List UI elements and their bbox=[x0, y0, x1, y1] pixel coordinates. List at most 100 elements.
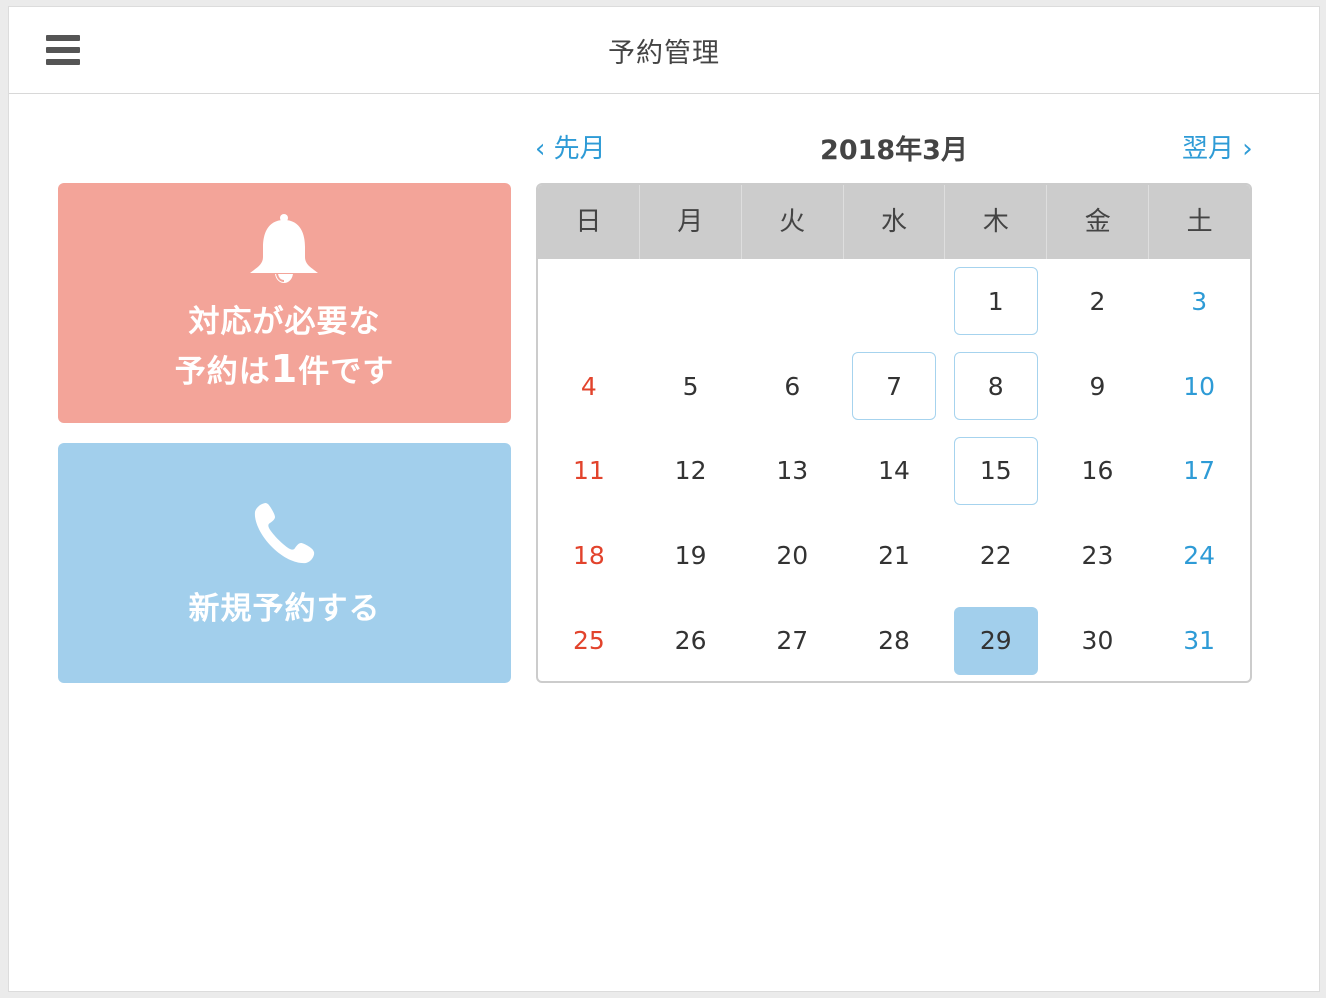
calendar-day-number: 26 bbox=[674, 626, 707, 656]
calendar-day-cell[interactable]: 16 bbox=[1047, 429, 1149, 514]
calendar-day-cell[interactable]: 10 bbox=[1148, 344, 1250, 429]
calendar-day-cell[interactable]: 13 bbox=[741, 429, 843, 514]
calendar-day-cell[interactable]: 2 bbox=[1047, 259, 1149, 344]
calendar-day-cell[interactable]: 8 bbox=[945, 344, 1047, 429]
weekday-sat: 土 bbox=[1186, 207, 1213, 237]
calendar-day-number: 11 bbox=[572, 456, 605, 486]
calendar-day-cell[interactable]: 7 bbox=[843, 344, 945, 429]
new-reservation-button[interactable]: 新規予約する bbox=[58, 443, 511, 683]
calendar-day-number: 5 bbox=[682, 371, 699, 401]
calendar-day-number: 18 bbox=[572, 541, 605, 571]
calendar-day-number: 14 bbox=[878, 456, 910, 486]
calendar-day-cell[interactable]: 30 bbox=[1047, 598, 1149, 681]
calendar-empty-cell bbox=[640, 259, 742, 344]
calendar-day-number: 4 bbox=[580, 371, 597, 401]
calendar-empty-cell bbox=[538, 259, 640, 344]
calendar-day-number: 1 bbox=[953, 267, 1038, 336]
calendar-day-cell[interactable]: 11 bbox=[538, 429, 640, 514]
weekday-thu: 木 bbox=[945, 185, 1048, 259]
calendar-day-number: 12 bbox=[674, 456, 707, 486]
calendar-empty-cell bbox=[741, 259, 843, 344]
calendar-day-number: 10 bbox=[1183, 371, 1216, 401]
pending-prefix: 予約は bbox=[174, 354, 271, 390]
calendar-day-number: 23 bbox=[1081, 541, 1114, 571]
calendar-day-cell[interactable]: 22 bbox=[945, 513, 1047, 598]
weekday-tue: 火 bbox=[742, 185, 844, 259]
calendar-day-number: 28 bbox=[878, 626, 910, 656]
calendar-day-cell[interactable]: 4 bbox=[538, 344, 640, 429]
calendar-day-number: 29 bbox=[953, 606, 1038, 675]
next-month-link[interactable]: 翌月 › bbox=[1182, 128, 1253, 165]
pending-line2: 予約は1件です bbox=[58, 346, 511, 396]
bell-icon bbox=[250, 214, 318, 283]
new-reservation-label: 新規予約する bbox=[188, 591, 381, 627]
calendar-day-number: 13 bbox=[776, 456, 809, 486]
calendar-weeks: 1 2 3 4 5 6 7 8 9 10 11 12 13 14 15 16 17 18 19 20 21 22 23 24 2… bbox=[538, 259, 1250, 681]
calendar-day-cell[interactable]: 27 bbox=[741, 598, 843, 681]
calendar-week-row: 1 2 3 bbox=[538, 259, 1250, 344]
calendar-day-cell[interactable]: 3 bbox=[1148, 259, 1250, 344]
calendar-day-cell[interactable]: 24 bbox=[1148, 513, 1250, 598]
calendar-day-number: 21 bbox=[878, 541, 910, 571]
pending-count: 1 bbox=[270, 347, 299, 391]
calendar-day-cell[interactable]: 20 bbox=[741, 513, 843, 598]
calendar-week-row: 11 12 13 14 15 16 17 bbox=[538, 429, 1250, 514]
calendar-day-number: 8 bbox=[953, 352, 1038, 421]
calendar-day-cell[interactable]: 25 bbox=[538, 598, 640, 681]
calendar-day-cell[interactable]: 6 bbox=[741, 344, 843, 429]
calendar-week-row: 25 26 27 28 29 30 31 bbox=[538, 598, 1250, 681]
calendar-day-number bbox=[852, 267, 936, 335]
calendar-day-number: 30 bbox=[1081, 626, 1114, 656]
calendar-day-cell[interactable]: 19 bbox=[640, 513, 742, 598]
calendar-day-cell[interactable]: 29 bbox=[945, 598, 1047, 681]
calendar-day-cell[interactable]: 15 bbox=[945, 429, 1047, 514]
pending-reservations-card[interactable]: 対応が必要な 予約は1件です bbox=[58, 183, 511, 423]
calendar-day-number: 31 bbox=[1183, 626, 1216, 656]
calendar-day-number: 22 bbox=[979, 541, 1012, 571]
current-month-label: 2018年3月 bbox=[820, 135, 968, 166]
weekday-mon: 月 bbox=[640, 185, 742, 259]
weekday-fri: 金 bbox=[1047, 185, 1150, 259]
calendar-day-number: 9 bbox=[1089, 371, 1106, 401]
calendar-day-cell[interactable]: 31 bbox=[1148, 598, 1250, 681]
calendar-day-cell[interactable]: 1 bbox=[945, 259, 1047, 344]
calendar-day-cell[interactable]: 12 bbox=[640, 429, 742, 514]
calendar-day-number: 24 bbox=[1183, 541, 1216, 571]
page-title: 予約管理 bbox=[608, 38, 720, 69]
calendar-day-number: 3 bbox=[1191, 286, 1208, 316]
pending-message: 対応が必要な 予約は1件です bbox=[58, 299, 511, 396]
calendar-day-cell[interactable]: 18 bbox=[538, 513, 640, 598]
calendar-day-cell[interactable]: 17 bbox=[1148, 429, 1250, 514]
calendar-day-number: 15 bbox=[953, 436, 1038, 505]
calendar-day-number bbox=[547, 267, 631, 335]
pending-line1: 対応が必要な bbox=[188, 304, 381, 340]
calendar-day-number: 7 bbox=[852, 352, 937, 421]
calendar-day-number bbox=[750, 267, 834, 335]
calendar-week-row: 4 5 6 7 8 9 10 bbox=[538, 344, 1250, 429]
phone-icon bbox=[254, 503, 315, 564]
calendar-day-number: 27 bbox=[776, 626, 809, 656]
calendar-day-cell[interactable]: 21 bbox=[843, 513, 945, 598]
calendar-day-cell[interactable]: 23 bbox=[1047, 513, 1149, 598]
calendar-day-number: 20 bbox=[776, 541, 809, 571]
calendar-empty-cell bbox=[843, 259, 945, 344]
calendar-day-number: 19 bbox=[674, 541, 707, 571]
pending-suffix: 件です bbox=[298, 354, 395, 390]
calendar-day-cell[interactable]: 14 bbox=[843, 429, 945, 514]
calendar-day-cell[interactable]: 26 bbox=[640, 598, 742, 681]
calendar-day-number: 25 bbox=[572, 626, 605, 656]
calendar-day-number: 6 bbox=[784, 371, 801, 401]
top-header: 予約管理 bbox=[9, 7, 1319, 94]
calendar-grid: 日 月 火 水 木 金 土 1 2 3 4 5 6 7 8 9 10 11 12 13 14 15 16 17 1… bbox=[536, 183, 1252, 683]
calendar-day-number: 16 bbox=[1081, 456, 1114, 486]
calendar-week-row: 18 19 20 21 22 23 24 bbox=[538, 513, 1250, 598]
calendar-day-cell[interactable]: 28 bbox=[843, 598, 945, 681]
weekday-sun: 日 bbox=[538, 185, 640, 259]
weekday-header: 日 月 火 水 木 金 土 bbox=[538, 185, 1250, 259]
calendar-day-cell[interactable]: 9 bbox=[1047, 344, 1149, 429]
calendar-day-number bbox=[649, 267, 733, 335]
calendar-day-cell[interactable]: 5 bbox=[640, 344, 742, 429]
calendar-day-number: 2 bbox=[1089, 286, 1106, 316]
weekday-wed: 水 bbox=[844, 185, 946, 259]
calendar-day-number: 17 bbox=[1183, 456, 1216, 486]
